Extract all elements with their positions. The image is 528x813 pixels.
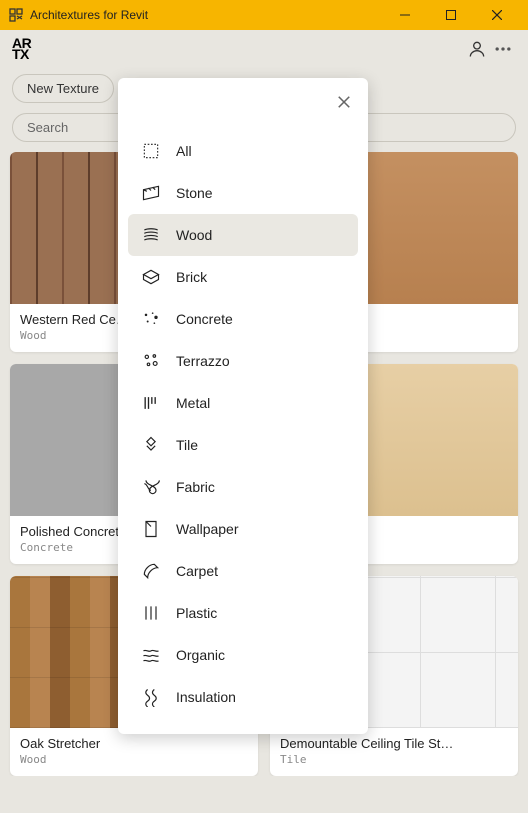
insulation-icon — [140, 686, 162, 708]
category-label: Wood — [176, 227, 212, 243]
category-dropdown: All Stone Wood Brick Concrete Terrazzo M… — [118, 78, 368, 734]
new-texture-button[interactable]: New Texture — [12, 74, 114, 103]
logo: AR TX — [12, 38, 31, 60]
category-item-metal[interactable]: Metal — [128, 382, 358, 424]
tile-icon — [140, 434, 162, 456]
category-item-organic[interactable]: Organic — [128, 634, 358, 676]
category-item-wallpaper[interactable]: Wallpaper — [128, 508, 358, 550]
texture-category: Tile — [280, 753, 508, 766]
category-item-carpet[interactable]: Carpet — [128, 550, 358, 592]
category-label: Carpet — [176, 563, 218, 579]
category-item-wood[interactable]: Wood — [128, 214, 358, 256]
brick-icon — [140, 266, 162, 288]
texture-title: Oak Stretcher — [20, 736, 248, 751]
minimize-button[interactable] — [382, 0, 428, 30]
category-item-concrete[interactable]: Concrete — [128, 298, 358, 340]
plastic-icon — [140, 602, 162, 624]
category-item-stone[interactable]: Stone — [128, 172, 358, 214]
category-label: Brick — [176, 269, 207, 285]
app-icon — [8, 7, 24, 23]
category-item-tile[interactable]: Tile — [128, 424, 358, 466]
window-title: Architextures for Revit — [30, 8, 382, 22]
close-icon[interactable] — [334, 92, 354, 112]
profile-icon[interactable] — [464, 36, 490, 62]
organic-icon — [140, 644, 162, 666]
terrazzo-icon — [140, 350, 162, 372]
more-icon[interactable] — [490, 36, 516, 62]
app-header: AR TX — [0, 30, 528, 68]
wood-icon — [140, 224, 162, 246]
fabric-icon — [140, 476, 162, 498]
category-item-brick[interactable]: Brick — [128, 256, 358, 298]
category-item-terrazzo[interactable]: Terrazzo — [128, 340, 358, 382]
category-label: Wallpaper — [176, 521, 239, 537]
category-label: Metal — [176, 395, 210, 411]
category-label: Plastic — [176, 605, 217, 621]
category-label: Terrazzo — [176, 353, 230, 369]
category-label: All — [176, 143, 192, 159]
texture-category: Wood — [20, 753, 248, 766]
category-item-plastic[interactable]: Plastic — [128, 592, 358, 634]
category-item-all[interactable]: All — [128, 130, 358, 172]
texture-title: Demountable Ceiling Tile St… — [280, 736, 508, 751]
category-label: Tile — [176, 437, 198, 453]
stone-icon — [140, 182, 162, 204]
maximize-button[interactable] — [428, 0, 474, 30]
category-label: Stone — [176, 185, 213, 201]
logo-line2: TX — [12, 49, 31, 60]
category-label: Organic — [176, 647, 225, 663]
close-button[interactable] — [474, 0, 520, 30]
carpet-icon — [140, 560, 162, 582]
category-label: Concrete — [176, 311, 233, 327]
category-item-fabric[interactable]: Fabric — [128, 466, 358, 508]
category-label: Fabric — [176, 479, 215, 495]
metal-icon — [140, 392, 162, 414]
category-item-insulation[interactable]: Insulation — [128, 676, 358, 718]
concrete-icon — [140, 308, 162, 330]
category-label: Insulation — [176, 689, 236, 705]
wallpaper-icon — [140, 518, 162, 540]
all-icon — [140, 140, 162, 162]
window-titlebar: Architextures for Revit — [0, 0, 528, 30]
